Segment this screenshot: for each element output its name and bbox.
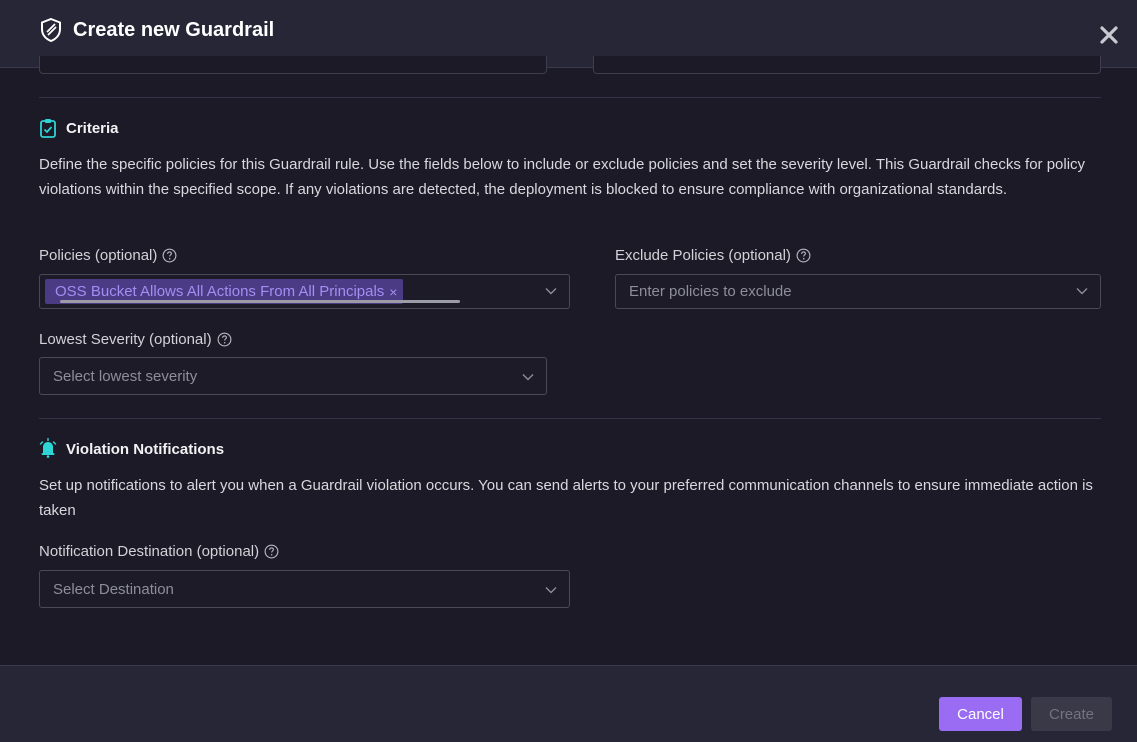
- cancel-button[interactable]: Cancel: [939, 697, 1022, 731]
- help-circle-icon[interactable]: [796, 248, 811, 263]
- chevron-down-icon: [522, 374, 534, 381]
- dialog-title: Create new Guardrail: [73, 19, 275, 41]
- shield-icon: [41, 18, 61, 42]
- destination-placeholder: Select Destination: [53, 581, 174, 598]
- section-divider: [39, 418, 1101, 419]
- lowest-severity-placeholder: Select lowest severity: [53, 368, 198, 385]
- selected-policy-text: OSS Bucket Allows All Actions From All P…: [55, 283, 385, 300]
- policies-label-text: Policies (optional): [39, 247, 158, 264]
- lowest-severity-label-text: Lowest Severity (optional): [39, 331, 212, 348]
- exclude-policies-select[interactable]: Enter policies to exclude: [615, 274, 1101, 309]
- policies-label: Policies (optional): [39, 247, 177, 264]
- tag-scrollbar[interactable]: [60, 300, 460, 303]
- help-circle-icon[interactable]: [217, 332, 232, 347]
- lowest-severity-select[interactable]: Select lowest severity: [39, 357, 547, 395]
- dialog-footer: Cancel Create: [0, 665, 1137, 742]
- criteria-title: Criteria: [66, 120, 119, 137]
- chevron-down-icon: [1076, 288, 1088, 295]
- create-button[interactable]: Create: [1031, 697, 1112, 731]
- criteria-description: Define the specific policies for this Gu…: [39, 156, 1086, 198]
- notifications-description: Set up notifications to alert you when a…: [39, 477, 1093, 519]
- destination-select[interactable]: Select Destination: [39, 570, 570, 608]
- exclude-policies-placeholder: Enter policies to exclude: [629, 283, 792, 300]
- section-divider: [39, 97, 1101, 98]
- destination-label: Notification Destination (optional): [39, 543, 279, 560]
- policies-select[interactable]: OSS Bucket Allows All Actions From All P…: [39, 274, 570, 309]
- scrolled-field-right[interactable]: [593, 56, 1101, 74]
- chevron-down-icon: [545, 288, 557, 295]
- notifications-title: Violation Notifications: [66, 441, 225, 458]
- exclude-policies-label: Exclude Policies (optional): [615, 247, 811, 264]
- scrolled-field-left[interactable]: [39, 56, 547, 74]
- alarm-bell-icon: [39, 438, 57, 458]
- help-circle-icon[interactable]: [264, 544, 279, 559]
- clipboard-check-icon: [40, 119, 56, 138]
- tag-remove-icon[interactable]: ×: [389, 284, 397, 300]
- exclude-policies-label-text: Exclude Policies (optional): [615, 247, 791, 264]
- chevron-down-icon: [545, 587, 557, 594]
- help-circle-icon[interactable]: [162, 248, 177, 263]
- lowest-severity-label: Lowest Severity (optional): [39, 331, 232, 348]
- close-icon[interactable]: [1098, 24, 1120, 46]
- destination-label-text: Notification Destination (optional): [39, 543, 260, 560]
